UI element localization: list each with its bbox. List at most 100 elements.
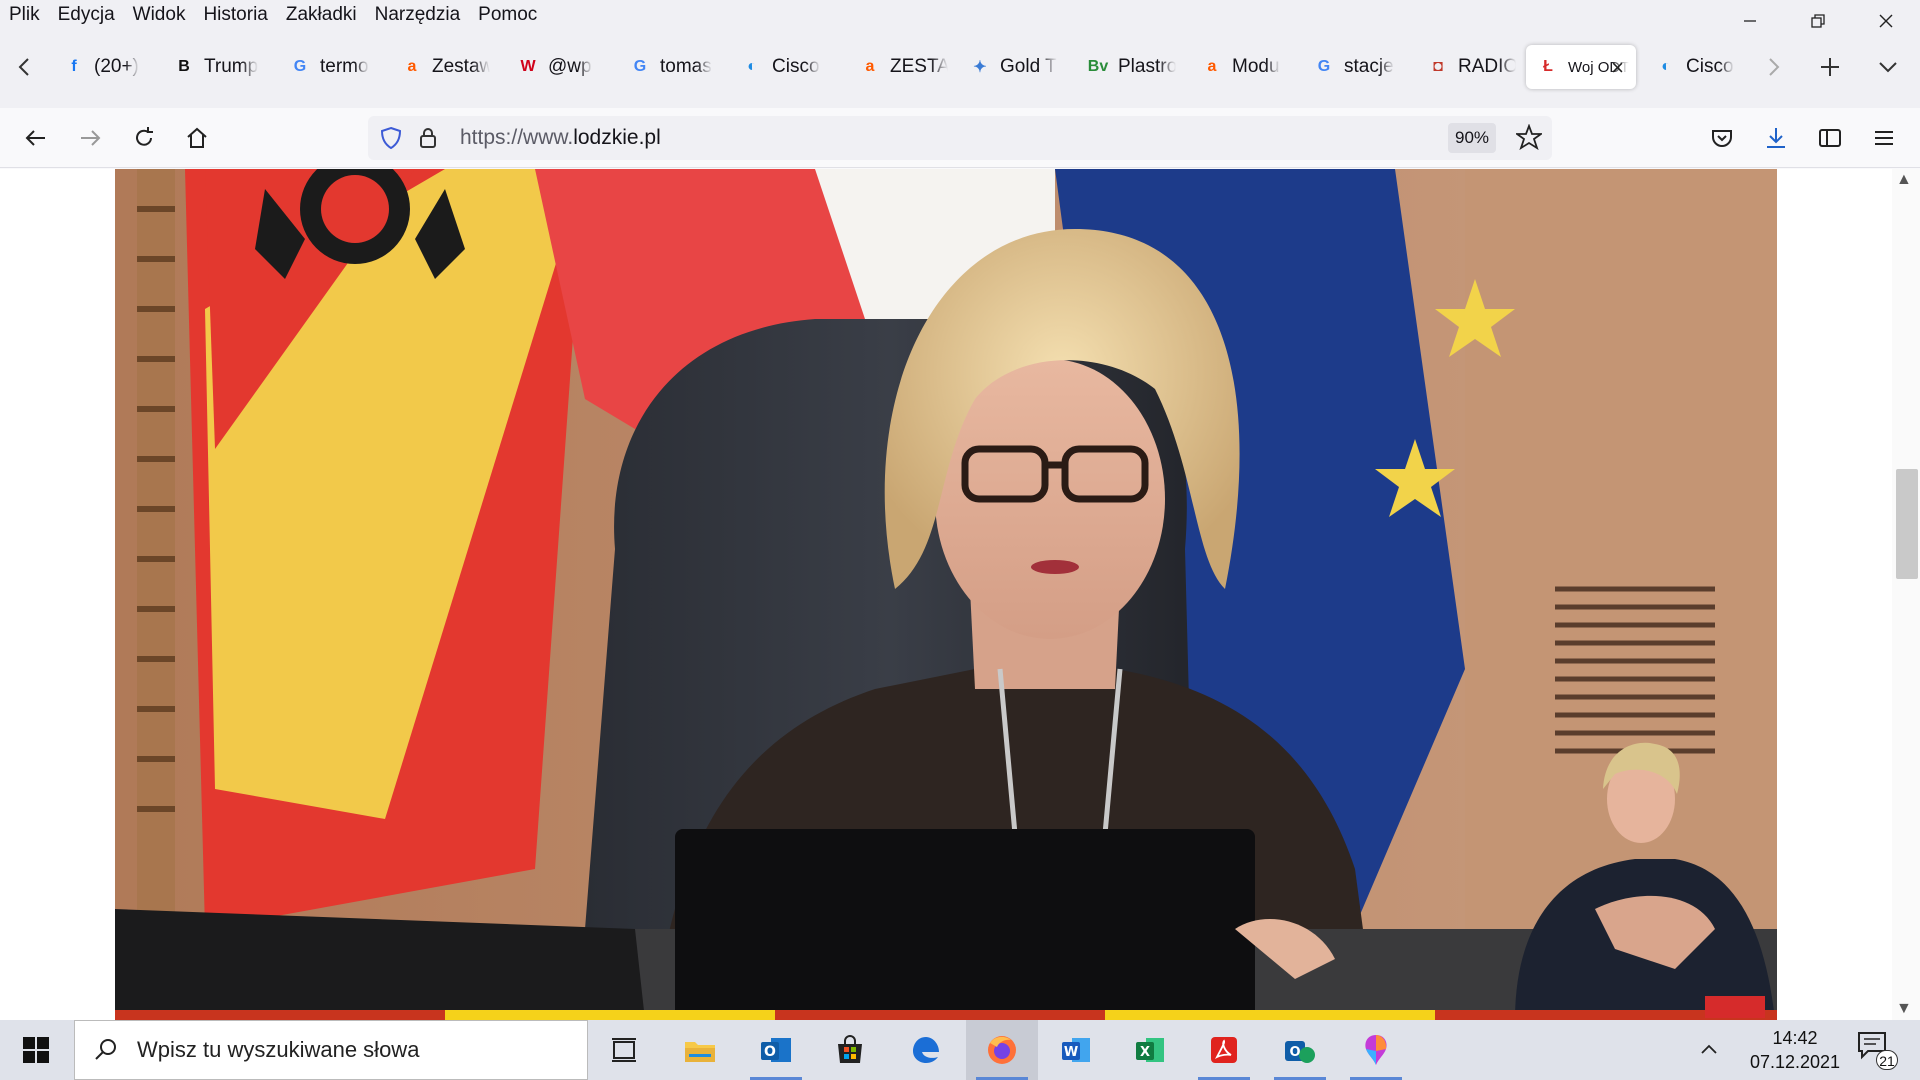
tab[interactable]: Ł Woj ODT ×: [1526, 45, 1636, 89]
scroll-up-icon[interactable]: ▲: [1896, 171, 1912, 189]
store-icon: [838, 1035, 862, 1063]
home-icon: [187, 127, 207, 148]
close-tab-icon[interactable]: ×: [1611, 55, 1624, 81]
reload-button[interactable]: [124, 118, 164, 158]
tab-title: Gold T: [1000, 56, 1057, 77]
back-button[interactable]: [16, 118, 56, 158]
paint3d-icon: [1365, 1035, 1387, 1065]
clock-date: 07.12.2021: [1749, 1052, 1841, 1072]
lodzkie-icon: Ł: [1543, 58, 1553, 75]
acrobat-button[interactable]: [1188, 1020, 1260, 1080]
edge-icon: [913, 1037, 939, 1063]
tab[interactable]: ✦ Gold T: [958, 45, 1058, 89]
windows-taskbar: Wpisz tu wyszukiwane słowa O W X O 14:42…: [0, 1020, 1920, 1080]
tab[interactable]: ◐ Cisco: [1644, 45, 1744, 89]
tab[interactable]: B Trump: [162, 45, 262, 89]
tab-strip: f (20+) B Trump Gtermo a Zestaw W @wp Gtomas ◐ Cisc…: [0, 30, 1920, 108]
bv-icon: Bv: [1087, 58, 1109, 75]
allegro-icon: a: [865, 58, 875, 75]
tab[interactable]: f (20+): [52, 45, 152, 89]
notification-count-badge: 21: [1876, 1050, 1898, 1070]
action-center-button[interactable]: 21: [1856, 1030, 1906, 1070]
downloads-button[interactable]: [1756, 118, 1796, 158]
download-icon: [1767, 128, 1785, 148]
tab-title: Trump: [204, 56, 259, 77]
scroll-down-icon[interactable]: ▼: [1896, 1000, 1912, 1018]
tabs-scroll-right-button[interactable]: [1756, 44, 1792, 90]
list-all-tabs-button[interactable]: [1866, 44, 1910, 90]
taskbar-search-box[interactable]: Wpisz tu wyszukiwane słowa: [74, 1020, 588, 1080]
microsoft-store-button[interactable]: [814, 1020, 886, 1080]
search-icon: [95, 1039, 116, 1060]
page-scrollbar[interactable]: ▲ ▼: [1892, 169, 1920, 1020]
google-icon: G: [1317, 58, 1331, 75]
tab[interactable]: a Zestaw: [390, 45, 490, 89]
tab[interactable]: Gstacje: [1302, 45, 1402, 89]
tab-title: ZESTA: [890, 56, 948, 77]
tabs-scroll-left-button[interactable]: [6, 44, 42, 90]
word-button[interactable]: W: [1040, 1020, 1112, 1080]
bookmark-star-icon[interactable]: [1514, 123, 1544, 155]
sidebar-button[interactable]: [1810, 118, 1850, 158]
menu-zakladki[interactable]: Zakładki: [277, 4, 366, 26]
home-button[interactable]: [177, 118, 217, 158]
outlook-button[interactable]: O: [740, 1020, 812, 1080]
tab[interactable]: ◐ Cisco: [730, 45, 830, 89]
clock-time: 14:42: [1772, 1028, 1818, 1048]
menu-historia[interactable]: Historia: [194, 4, 276, 26]
excel-button[interactable]: X: [1114, 1020, 1186, 1080]
outlook-calendar-button[interactable]: O: [1264, 1020, 1336, 1080]
scrollbar-thumb[interactable]: [1896, 469, 1918, 579]
b-logo-icon: B: [178, 58, 190, 75]
file-explorer-button[interactable]: [664, 1020, 736, 1080]
google-icon: G: [633, 58, 647, 75]
svg-text:O: O: [1289, 1045, 1300, 1060]
tab[interactable]: a ZESTA: [848, 45, 948, 89]
tracking-protection-shield-icon[interactable]: [380, 126, 402, 155]
firefox-button[interactable]: [966, 1020, 1038, 1080]
new-tab-button[interactable]: [1808, 44, 1852, 90]
edge-button[interactable]: [890, 1020, 962, 1080]
tab[interactable]: Gtermo: [278, 45, 378, 89]
show-hidden-icons-button[interactable]: [1700, 1038, 1718, 1061]
forward-button[interactable]: [70, 118, 110, 158]
webex-icon: ◐: [747, 58, 757, 75]
menu-widok[interactable]: Widok: [124, 4, 195, 26]
url-domain: lodzkie.pl: [573, 126, 661, 149]
tab-title: Cisco: [772, 56, 820, 77]
taskbar-clock[interactable]: 14:42 07.12.2021: [1740, 1026, 1850, 1074]
video-player[interactable]: [115, 169, 1777, 1020]
tab[interactable]: ◘ RADIO: [1416, 45, 1516, 89]
pocket-button[interactable]: [1702, 118, 1742, 158]
search-placeholder: Wpisz tu wyszukiwane słowa: [137, 1037, 420, 1062]
webex-icon: ◐: [1661, 58, 1671, 75]
start-button[interactable]: [0, 1020, 72, 1080]
menu-narzedzia[interactable]: Narzędzia: [366, 4, 470, 26]
url-bar[interactable]: https://www.lodzkie.pl 90%: [368, 116, 1552, 160]
arrow-left-icon: [25, 130, 45, 146]
chevron-up-icon: [1701, 1044, 1717, 1054]
zoom-level-button[interactable]: 90%: [1448, 123, 1496, 153]
wp-mail-icon: W: [520, 58, 536, 75]
menu-plik[interactable]: Plik: [0, 4, 49, 26]
paint3d-button[interactable]: [1340, 1020, 1412, 1080]
lock-icon[interactable]: [418, 126, 438, 155]
google-icon: G: [293, 58, 307, 75]
menu-edycja[interactable]: Edycja: [49, 4, 124, 26]
tab[interactable]: W @wp: [506, 45, 606, 89]
tab[interactable]: Gtomas: [618, 45, 718, 89]
menu-pomoc[interactable]: Pomoc: [469, 4, 546, 26]
tab-title: @wp: [548, 56, 592, 77]
sidebar-icon: [1819, 129, 1841, 147]
task-view-button[interactable]: [588, 1020, 660, 1080]
firefox-icon: [988, 1036, 1016, 1064]
page-content: ▲ ▼: [0, 169, 1920, 1020]
tab[interactable]: Bv Plastro: [1076, 45, 1176, 89]
menu-bar: Plik Edycja Widok Historia Zakładki Narz…: [0, 0, 1920, 30]
url-text[interactable]: https://www.lodzkie.pl: [460, 126, 661, 150]
app-menu-button[interactable]: [1864, 118, 1904, 158]
minimize-icon: [1744, 20, 1756, 22]
outlook-icon: O: [761, 1038, 791, 1062]
tab[interactable]: a Modu: [1190, 45, 1290, 89]
tab-title: tomas: [660, 56, 712, 77]
